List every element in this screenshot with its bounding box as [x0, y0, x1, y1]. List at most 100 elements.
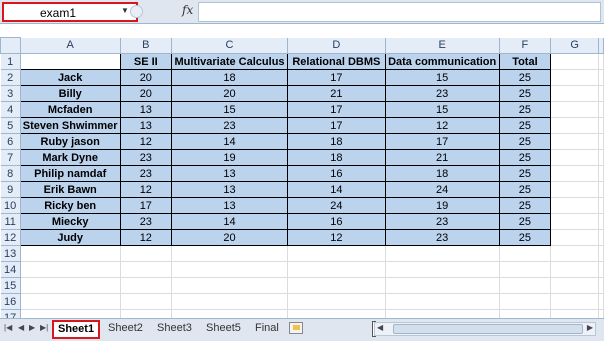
student-name-cell[interactable]: Philip namdaf: [19, 165, 121, 182]
cell[interactable]: [550, 165, 599, 182]
cell[interactable]: [598, 117, 604, 134]
score-cell[interactable]: 19: [171, 149, 288, 166]
cell[interactable]: [171, 245, 288, 262]
score-cell[interactable]: 20: [119, 69, 173, 86]
cell[interactable]: [287, 261, 386, 278]
score-cell[interactable]: 20: [119, 85, 173, 102]
score-cell[interactable]: 17: [287, 101, 386, 118]
name-box[interactable]: exam1 ▼: [2, 2, 138, 22]
score-cell[interactable]: 17: [287, 69, 386, 86]
scrollbar-thumb[interactable]: [393, 324, 583, 334]
cell[interactable]: [171, 293, 288, 310]
student-name-cell[interactable]: Erik Bawn: [19, 181, 121, 198]
row-header[interactable]: 2: [0, 69, 21, 86]
score-cell[interactable]: 23: [119, 165, 173, 182]
row-header[interactable]: 14: [0, 261, 21, 278]
row-header[interactable]: 10: [0, 197, 21, 214]
insert-function-icon[interactable]: fx: [182, 3, 193, 17]
cell[interactable]: [550, 181, 599, 198]
score-cell[interactable]: 23: [384, 213, 500, 230]
score-cell[interactable]: 18: [384, 165, 500, 182]
cell[interactable]: [385, 293, 500, 310]
cell[interactable]: [598, 261, 604, 278]
score-cell[interactable]: 25: [498, 149, 552, 166]
row-header[interactable]: 6: [0, 133, 21, 150]
sheet-tab[interactable]: Sheet5: [202, 321, 245, 337]
column-header[interactable]: B: [120, 37, 173, 54]
score-cell[interactable]: 20: [171, 229, 288, 246]
student-name-cell[interactable]: Billy: [19, 85, 121, 102]
score-cell[interactable]: 21: [384, 149, 500, 166]
score-cell[interactable]: 23: [384, 229, 500, 246]
header-cell[interactable]: [19, 53, 121, 70]
sheet-tab[interactable]: Sheet3: [153, 321, 196, 337]
cell[interactable]: [550, 149, 599, 166]
cell[interactable]: [120, 261, 173, 278]
cell[interactable]: [550, 69, 599, 86]
score-cell[interactable]: 25: [498, 213, 552, 230]
score-cell[interactable]: 13: [119, 101, 173, 118]
last-sheet-icon[interactable]: ▶|: [40, 323, 48, 332]
cell[interactable]: [598, 293, 604, 310]
student-name-cell[interactable]: Jack: [19, 69, 121, 86]
cell[interactable]: [550, 261, 599, 278]
insert-sheet-icon[interactable]: [289, 322, 303, 334]
student-name-cell[interactable]: Mark Dyne: [19, 149, 121, 166]
score-cell[interactable]: 12: [384, 117, 500, 134]
row-header[interactable]: 7: [0, 149, 21, 166]
column-header[interactable]: A: [20, 37, 121, 54]
horizontal-scrollbar[interactable]: ◀ ▶: [374, 322, 596, 336]
score-cell[interactable]: 25: [498, 181, 552, 198]
cell[interactable]: [550, 213, 599, 230]
cell[interactable]: [499, 245, 552, 262]
score-cell[interactable]: 23: [119, 213, 173, 230]
header-cell[interactable]: Multivariate Calculus: [171, 53, 288, 70]
score-cell[interactable]: 17: [287, 117, 386, 134]
cell[interactable]: [598, 245, 604, 262]
cell[interactable]: [550, 277, 599, 294]
column-header[interactable]: E: [385, 37, 500, 54]
score-cell[interactable]: 25: [498, 197, 552, 214]
header-cell[interactable]: Relational DBMS: [287, 53, 386, 70]
row-header[interactable]: 13: [0, 245, 21, 262]
score-cell[interactable]: 13: [119, 117, 173, 134]
cell[interactable]: [550, 293, 599, 310]
cell[interactable]: [171, 261, 288, 278]
score-cell[interactable]: 18: [287, 133, 386, 150]
score-cell[interactable]: 14: [287, 181, 386, 198]
score-cell[interactable]: 20: [171, 85, 288, 102]
formula-bar-splitter-handle[interactable]: [130, 5, 143, 18]
row-header[interactable]: 12: [0, 229, 21, 246]
first-sheet-icon[interactable]: |◀: [4, 323, 12, 332]
select-all-corner[interactable]: [0, 37, 21, 54]
score-cell[interactable]: 16: [287, 165, 386, 182]
cell[interactable]: [598, 133, 604, 150]
cell[interactable]: [598, 197, 604, 214]
column-header[interactable]: G: [550, 37, 599, 54]
cell[interactable]: [550, 245, 599, 262]
column-header[interactable]: D: [287, 37, 386, 54]
cell[interactable]: [550, 101, 599, 118]
cell[interactable]: [120, 245, 173, 262]
sheet-tab[interactable]: Sheet1: [52, 320, 101, 339]
cell[interactable]: [287, 245, 386, 262]
cell[interactable]: [287, 293, 386, 310]
score-cell[interactable]: 14: [171, 133, 288, 150]
row-header[interactable]: 11: [0, 213, 21, 230]
score-cell[interactable]: 12: [119, 133, 173, 150]
score-cell[interactable]: 21: [287, 85, 386, 102]
scroll-left-icon[interactable]: ◀: [377, 323, 383, 332]
cell[interactable]: [598, 53, 604, 70]
cell[interactable]: [20, 293, 121, 310]
chevron-down-icon[interactable]: ▼: [121, 6, 129, 15]
cell[interactable]: [120, 277, 173, 294]
score-cell[interactable]: 25: [498, 101, 552, 118]
student-name-cell[interactable]: Mcfaden: [19, 101, 121, 118]
cell[interactable]: [20, 261, 121, 278]
student-name-cell[interactable]: Steven Shwimmer: [19, 117, 121, 134]
cell[interactable]: [598, 101, 604, 118]
cell[interactable]: [385, 261, 500, 278]
row-header[interactable]: 5: [0, 117, 21, 134]
score-cell[interactable]: 13: [171, 197, 288, 214]
cell[interactable]: [385, 277, 500, 294]
